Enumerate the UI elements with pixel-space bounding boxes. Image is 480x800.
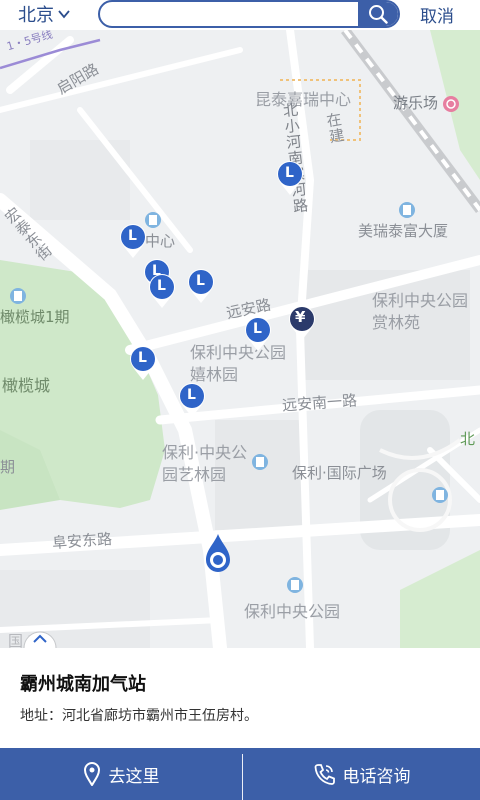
pin-letter: L (285, 165, 294, 181)
gas-station-pin[interactable]: L (128, 345, 158, 381)
call-label: 电话咨询 (342, 766, 411, 787)
location-pin-icon (83, 762, 100, 786)
search-button[interactable] (358, 2, 398, 26)
building-poi-icon (432, 487, 448, 503)
search-icon (369, 5, 388, 24)
phase-label: 期 (0, 458, 16, 476)
action-bar: 去这里 电话咨询 (0, 748, 480, 800)
current-location-icon (206, 534, 230, 572)
building-poi-icon (287, 577, 303, 593)
gas-station-pin[interactable]: L (147, 273, 177, 309)
fuan-east-label: 阜安东路 (51, 529, 113, 553)
pin-letter: L (253, 321, 262, 337)
bank-symbol: ¥ (295, 308, 306, 326)
search-input[interactable] (112, 4, 356, 26)
building-poi-icon (252, 454, 268, 470)
gas-station-pin[interactable]: L (275, 160, 305, 196)
phone-icon (314, 764, 335, 785)
center-label: 中心 (145, 232, 176, 250)
top-bar: 北京 取消 (0, 0, 480, 30)
map-view[interactable]: 1・5号线 启阳路 昆泰嘉瑞中心 游乐场 在建 北小河南滨河路 宏泰东街 中心 … (0, 30, 480, 648)
station-name: 霸州城南加气站 (20, 674, 146, 695)
kuntai-label: 昆泰嘉瑞中心 (255, 90, 352, 109)
gas-station-pin[interactable]: L (177, 382, 207, 418)
city-name: 北京 (18, 5, 54, 26)
poly-shanglin-label: 保利中央公园赏林苑 (372, 291, 469, 332)
pin-letter: L (187, 387, 196, 403)
cancel-button[interactable]: 取消 (420, 2, 454, 27)
bank-pin[interactable]: ¥ (287, 305, 317, 341)
chevron-down-icon (58, 10, 70, 19)
ganlan-label: 橄榄城 (2, 376, 51, 395)
call-button[interactable]: 电话咨询 (243, 748, 480, 800)
amusement-label: 游乐场 (393, 94, 439, 112)
pin-letter: L (138, 350, 147, 366)
gas-station-pin[interactable]: L (118, 223, 148, 259)
search-box (98, 0, 400, 28)
gas-station-pin[interactable]: L (243, 316, 273, 352)
city-selector[interactable]: 北京 (18, 1, 71, 27)
amusement-poi-icon (443, 96, 459, 112)
poly-plaza-label: 保利·国际广场 (292, 464, 387, 482)
ganlan-1-label: 橄榄城1期 (0, 308, 70, 326)
navigate-label: 去这里 (108, 766, 160, 787)
building-poi-icon (399, 202, 415, 218)
map-base (0, 30, 480, 648)
gas-station-pin[interactable]: L (186, 268, 216, 304)
compass-icon[interactable] (22, 628, 58, 648)
station-info-panel: 霸州城南加气站 地址：河北省廊坊市霸州市王伍房村。 (0, 648, 480, 748)
station-address: 地址：河北省廊坊市霸州市王伍房村。 (20, 708, 258, 724)
building-poi-icon (10, 288, 26, 304)
poly-yilin-label: 保利·中央公园艺林园 (162, 443, 248, 484)
meiruitai-label: 美瑞泰富大厦 (358, 222, 449, 240)
north-edge-label: 北 (460, 430, 476, 448)
pin-letter: L (196, 273, 205, 289)
pin-letter: L (157, 278, 166, 294)
poly-park-label: 保利中央公园 (244, 602, 341, 621)
pin-letter: L (128, 228, 137, 244)
navigate-button[interactable]: 去这里 (0, 748, 242, 800)
